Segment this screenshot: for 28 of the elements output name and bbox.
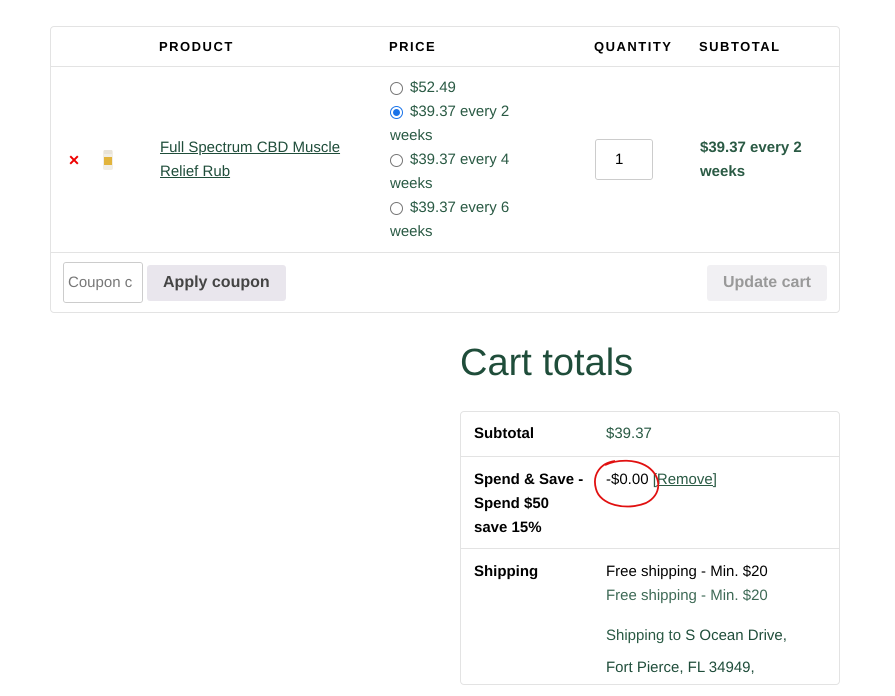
column-header: PRODUCT: [159, 38, 235, 56]
column-header: QUANTITY: [594, 38, 674, 56]
radio-button[interactable]: [390, 154, 403, 166]
discount-value: -$0.00: [606, 471, 649, 488]
price-option-label[interactable]: $52.49: [390, 76, 530, 100]
column-header: SUBTOTAL: [699, 38, 782, 56]
product-link[interactable]: Full Spectrum CBD Muscle Relief Rub: [160, 136, 360, 184]
apply-coupon-button[interactable]: Apply coupon: [147, 264, 286, 300]
shipping-destination: Shipping to S Ocean Drive, Fort Pierce, FL 34949,: [606, 626, 788, 678]
row-label: Shipping: [474, 562, 540, 582]
radio-button[interactable]: [390, 202, 403, 214]
remove-button[interactable]: ×: [68, 150, 80, 168]
row-label: Subtotal: [474, 424, 535, 444]
price-option-label[interactable]: $39.37 every 6 weeks: [390, 196, 530, 244]
radio-button[interactable]: [390, 82, 403, 94]
subtotal-cell-text: $39.37 every 2 weeks: [700, 138, 803, 182]
column-header: PRICE: [389, 38, 438, 56]
price-option-label[interactable]: $39.37 every 4 weeks: [390, 148, 530, 196]
subtotal-value: $39.37: [606, 425, 652, 442]
price-option-label[interactable]: $39.37 every 2 weeks: [390, 100, 530, 148]
quantity-field[interactable]: 1: [595, 139, 653, 180]
section-title: Cart totals: [460, 341, 634, 385]
product-thumbnail-icon: [102, 148, 116, 170]
shipping-method: Free shipping - Min. $20: [606, 562, 769, 582]
row-label: Spend & Save - Spend $50 save 15%: [474, 470, 584, 538]
coupon-field[interactable]: Coupon c: [63, 262, 143, 303]
radio-button[interactable]: [390, 106, 403, 118]
shipping-detail: Free shipping - Min. $20: [606, 586, 769, 606]
